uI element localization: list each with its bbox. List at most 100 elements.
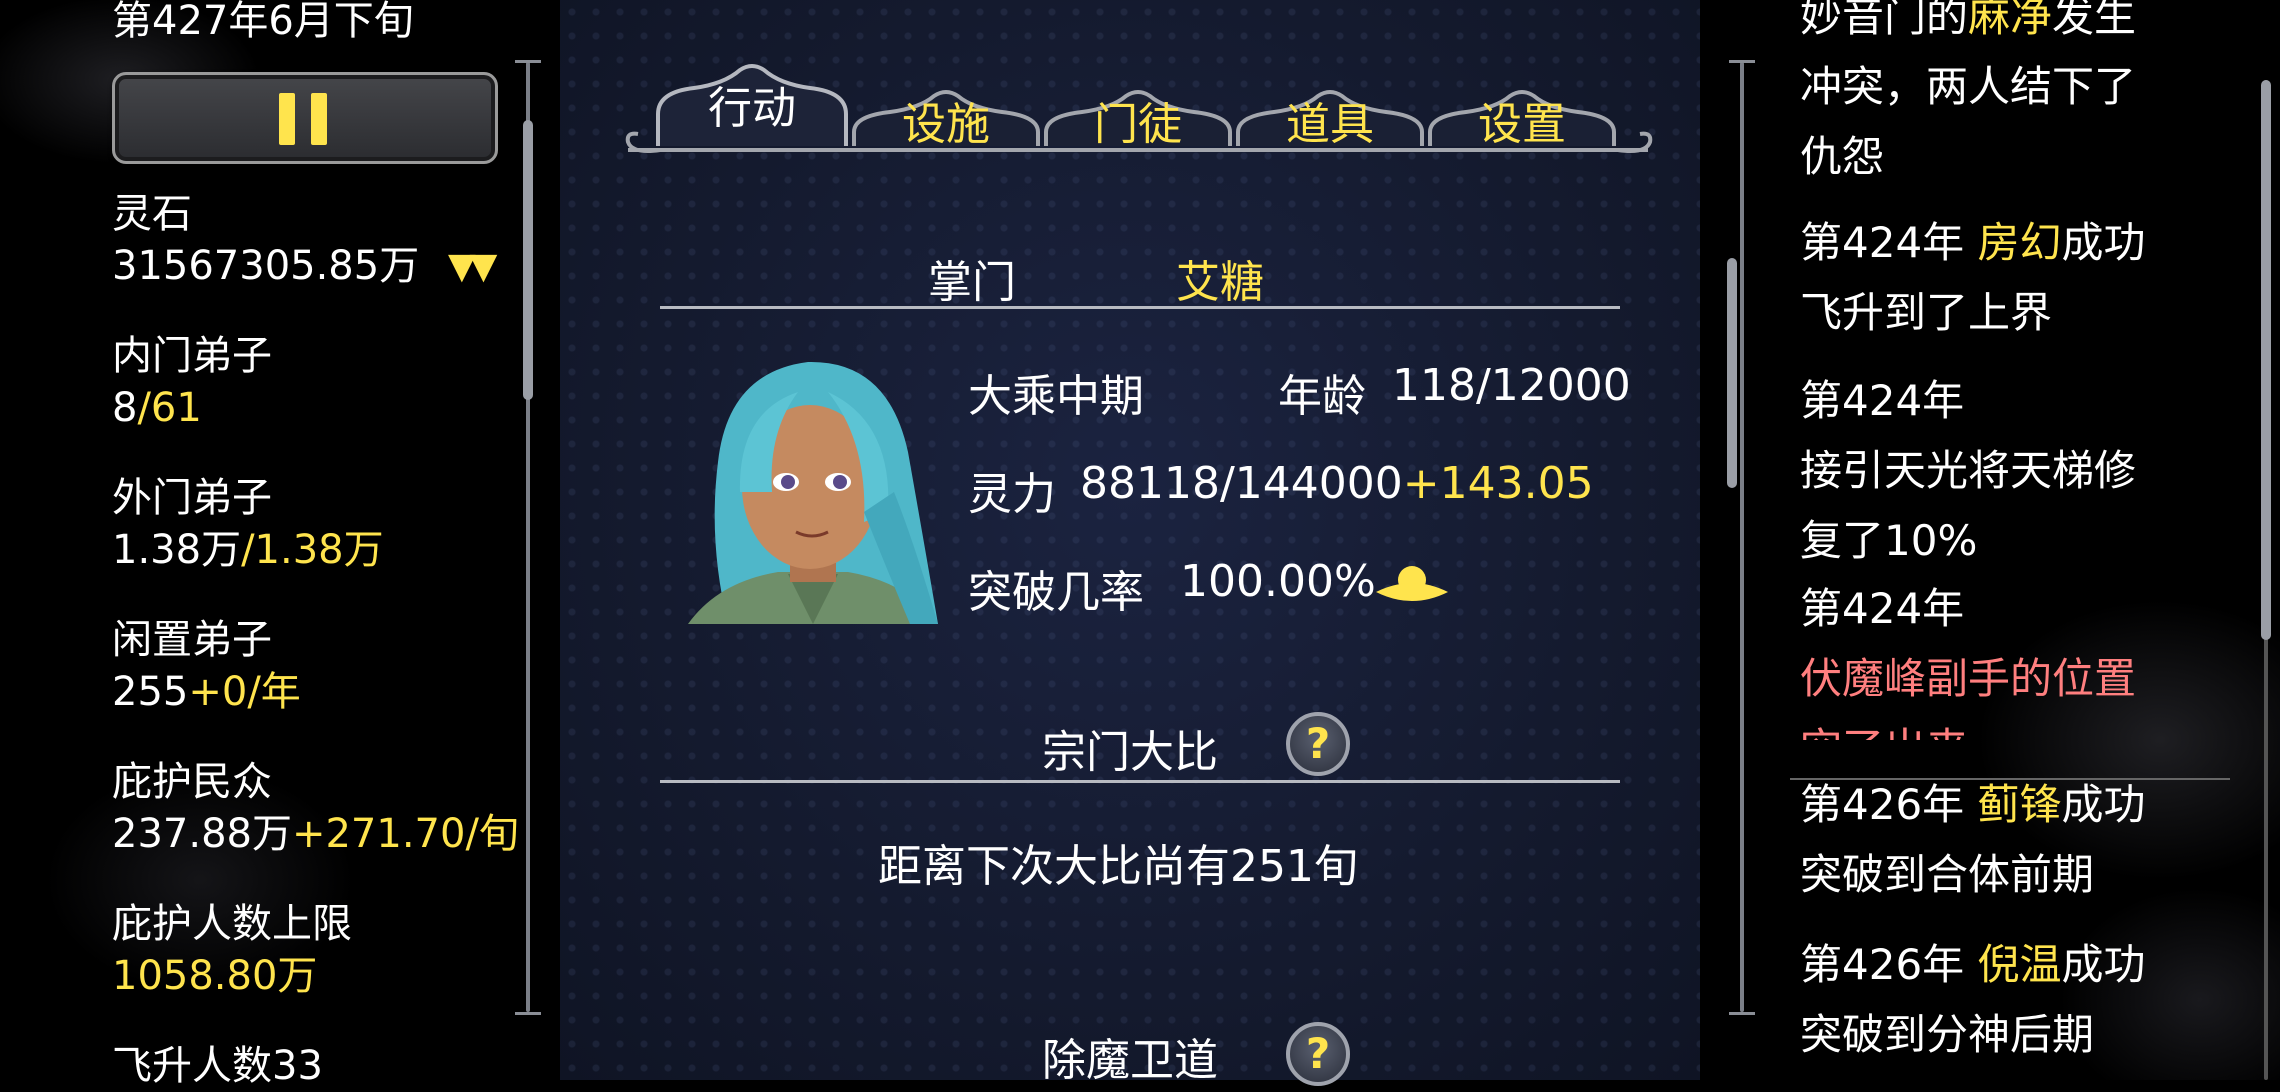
leader-break-rate: 100.00% — [1180, 556, 1376, 607]
log-3-line1: 第424年 — [1800, 376, 1965, 425]
left-scroll-cap-bottom — [515, 1012, 541, 1015]
ascended-label: 飞升人数33 — [112, 1043, 323, 1089]
protected-people-label: 庇护民众 — [112, 759, 272, 805]
leader-age-label: 年龄 — [1278, 371, 1366, 422]
tab-bar-baseline — [628, 148, 1648, 152]
resource-protected-people: 庇护民众 237.88万+271.70/旬 — [112, 756, 519, 860]
pause-icon-bar-right — [311, 93, 327, 145]
tab-bar-right-ornament — [1617, 131, 1653, 153]
pause-icon-bar-left — [279, 93, 295, 145]
log-1-post: 发生 — [2052, 0, 2137, 41]
tab-items-label: 道具 — [1286, 99, 1374, 150]
leader-age: 118/12000 — [1392, 360, 1631, 411]
log-1-pre: 妙音门的 — [1800, 0, 1969, 41]
tab-settings[interactable]: 设置 — [1426, 62, 1618, 150]
resource-protect-limit: 庇护人数上限 1058.80万 — [112, 898, 352, 1002]
expand-arrows-icon[interactable]: ▼▼ — [448, 246, 497, 287]
inner-disciples-label: 内门弟子 — [112, 333, 272, 379]
log-5-name: 蓟锋 — [1977, 780, 2062, 829]
tab-facilities-label: 设施 — [902, 99, 990, 150]
leader-divider — [660, 306, 1620, 309]
tournament-divider — [660, 780, 1620, 783]
log-5-line2: 突破到合体前期 — [1800, 850, 2095, 899]
log-4-line3: 空了出来 — [1800, 714, 2136, 740]
event-log-entry-3: 第424年 接引天光将天梯修 复了10% — [1800, 366, 2136, 576]
log-6-name: 倪温 — [1977, 940, 2062, 989]
log-1-line3: 仇怨 — [1800, 132, 1885, 181]
tab-bar-left-ornament — [625, 131, 661, 153]
resource-ascended: 飞升人数33 — [112, 1040, 323, 1092]
log-5-year: 第426年 — [1800, 780, 1978, 829]
leader-title-label: 掌门 — [928, 257, 1016, 308]
idle-disciples-count: 255 — [112, 669, 189, 715]
log-5-post: 成功 — [2061, 780, 2146, 829]
idle-disciples-label: 闲置弟子 — [112, 617, 272, 663]
outer-disciples-count: 1.38万 — [112, 527, 242, 573]
resource-idle-disciples: 闲置弟子 255+0/年 — [112, 614, 301, 718]
log-4-line1: 第424年 — [1800, 584, 1965, 633]
log-6-post: 成功 — [2061, 940, 2146, 989]
event-log-entry-1: 妙音门的麻净发生 冲突，两人结下了 仇怨 — [1800, 0, 2136, 192]
log-2-line2: 飞升到了上界 — [1800, 288, 2053, 337]
log-6-year: 第426年 — [1800, 940, 1978, 989]
outer-disciples-max: /1.38万 — [241, 527, 384, 573]
center-scroll-cap-top — [1729, 60, 1755, 63]
log-6-line2: 突破到分神后期 — [1800, 1010, 2095, 1059]
log-2-year: 第424年 — [1800, 218, 1978, 267]
log-4-line2: 伏魔峰副手的位置 — [1800, 654, 2137, 703]
event-log-entry-6: 第426年 倪温成功 突破到分神后期 — [1800, 930, 2146, 1070]
leader-power-label: 灵力 — [968, 469, 1056, 520]
event-log-entry-2: 第424年 房幻成功 飞升到了上界 — [1800, 208, 2146, 348]
right-scroll-thumb[interactable] — [2261, 80, 2271, 640]
resource-lingshi: 灵石 31567305.85万 — [112, 188, 419, 292]
tab-actions-label: 行动 — [708, 83, 796, 134]
tab-disciples[interactable]: 门徒 — [1042, 62, 1234, 150]
protect-limit-value: 1058.80万 — [112, 953, 318, 999]
resource-lingshi-value: 31567305.85万 — [112, 243, 420, 289]
game-date: 第427年6月下旬 — [112, 0, 414, 44]
tournament-title: 宗门大比 — [1042, 727, 1218, 778]
left-scroll-thumb[interactable] — [523, 120, 533, 400]
protected-people-count: 237.88万 — [112, 811, 292, 857]
protect-limit-label: 庇护人数上限 — [112, 901, 352, 947]
tab-facilities[interactable]: 设施 — [850, 62, 1042, 150]
breakthrough-icon[interactable] — [1374, 560, 1450, 612]
leader-power: 88118/144000+143.05 — [1080, 458, 1594, 509]
protected-people-rate: +271.70/旬 — [291, 811, 519, 857]
center-scroll-thumb[interactable] — [1727, 258, 1737, 488]
event-log-viewport[interactable]: 妙音门的麻净发生 冲突，两人结下了 仇怨 第424年 房幻成功 飞升到了上界 第… — [1780, 0, 2250, 740]
resource-lingshi-label: 灵石 — [112, 191, 192, 237]
tournament-countdown: 距离下次大比尚有251旬 — [878, 841, 1358, 892]
tab-actions[interactable]: 行动 — [654, 62, 850, 146]
inner-disciples-max: /61 — [137, 385, 202, 431]
log-3-line2: 接引天光将天梯修 — [1800, 446, 2137, 495]
pause-button[interactable] — [112, 72, 498, 164]
outer-disciples-label: 外门弟子 — [112, 475, 272, 521]
left-scroll-cap-top — [515, 60, 541, 63]
tab-settings-label: 设置 — [1478, 99, 1566, 150]
inner-disciples-count: 8 — [112, 385, 138, 431]
leader-power-value: 88118/144000 — [1080, 458, 1403, 509]
leader-break-label: 突破几率 — [968, 567, 1144, 618]
tab-disciples-label: 门徒 — [1094, 99, 1182, 150]
resource-inner-disciples: 内门弟子 8/61 — [112, 330, 272, 434]
demon-help-button[interactable]: ? — [1286, 1022, 1350, 1086]
center-scroll-cap-bottom — [1729, 1012, 1755, 1015]
event-log-entry-5: 第426年 蓟锋成功 突破到合体前期 — [1800, 770, 2146, 910]
tab-items[interactable]: 道具 — [1234, 62, 1426, 150]
log-3-line3: 复了10% — [1800, 516, 1978, 565]
log-1-name: 麻净 — [1968, 0, 2053, 41]
center-scroll-track[interactable] — [1740, 62, 1744, 1012]
leader-power-rate: +143.05 — [1402, 458, 1594, 509]
log-1-line2: 冲突，两人结下了 — [1800, 62, 2137, 111]
log-2-post: 成功 — [2061, 218, 2146, 267]
resource-outer-disciples: 外门弟子 1.38万/1.38万 — [112, 472, 384, 576]
leader-name[interactable]: 艾糖 — [1176, 246, 1264, 310]
log-2-name: 房幻 — [1977, 218, 2062, 267]
idle-disciples-rate: +0/年 — [188, 669, 301, 715]
demon-title: 除魔卫道 — [1042, 1035, 1218, 1086]
leader-portrait[interactable] — [688, 342, 938, 624]
event-log-entry-4: 第424年 伏魔峰副手的位置 空了出来 — [1800, 574, 2136, 740]
leader-realm: 大乘中期 — [968, 371, 1144, 422]
tournament-help-button[interactable]: ? — [1286, 712, 1350, 776]
